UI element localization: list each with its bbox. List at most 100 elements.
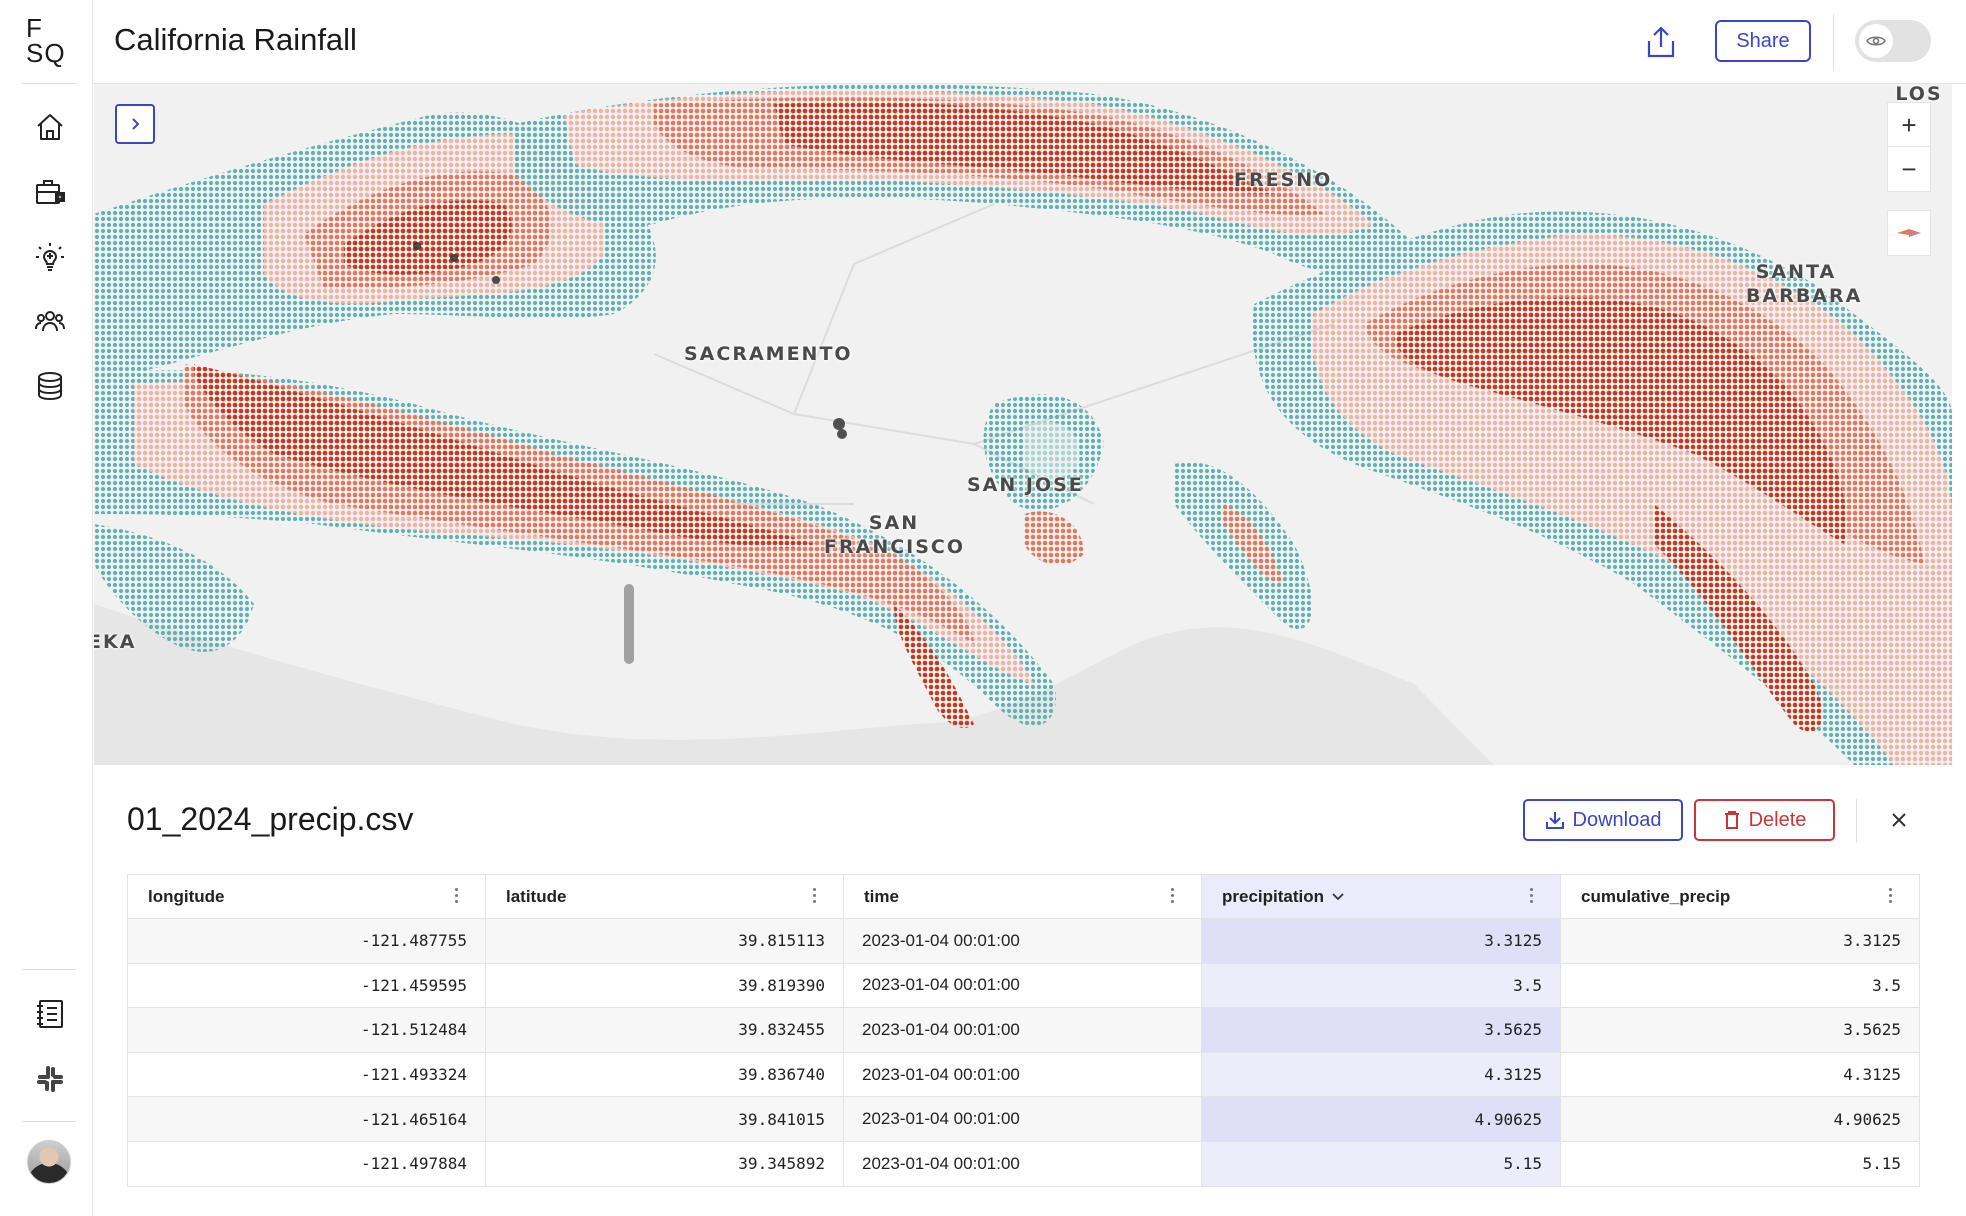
column-header-label: precipitation — [1222, 886, 1325, 906]
panel-divider — [1856, 799, 1857, 843]
download-button[interactable]: Download — [1523, 799, 1683, 841]
map-label-santa: SANTA — [1755, 261, 1837, 283]
map-3d-button[interactable] — [1888, 211, 1930, 255]
cell-longitude[interactable]: -121.487755 — [127, 918, 486, 964]
table-row[interactable]: -121.459595 39.819390 2023-01-04 00:01:0… — [127, 962, 1920, 1009]
cell-cumulative-precip[interactable]: 3.3125 — [1560, 918, 1920, 964]
cell-precipitation[interactable]: 5.15 — [1201, 1140, 1561, 1187]
cell-latitude[interactable]: 39.815113 — [485, 918, 844, 964]
cell-precipitation[interactable]: 4.90625 — [1201, 1096, 1561, 1142]
team-icon — [35, 311, 65, 332]
zoom-in-button[interactable]: + — [1888, 103, 1930, 147]
column-header-label: cumulative_precip — [1581, 886, 1731, 906]
sidebar-item-data[interactable] — [30, 366, 70, 406]
cell-cumulative-precip[interactable]: 3.5 — [1560, 962, 1920, 1009]
column-menu-icon[interactable] — [453, 885, 459, 907]
notebook-icon — [37, 1000, 63, 1028]
map-view[interactable]: LOS A FRESNO SANTA BARBARA SACRAMENTO SA… — [94, 84, 1952, 765]
column-header-time[interactable]: time — [843, 874, 1202, 919]
column-header-cumulative-precip[interactable]: cumulative_precip — [1560, 874, 1920, 919]
column-menu-icon[interactable] — [811, 885, 817, 907]
cell-longitude[interactable]: -121.493324 — [127, 1051, 486, 1098]
sidebar-item-slack[interactable] — [30, 1059, 70, 1099]
cell-precipitation[interactable]: 3.5 — [1201, 962, 1561, 1009]
sidebar-divider — [22, 1121, 76, 1122]
side-panel-toggle[interactable] — [115, 104, 155, 144]
column-header-latitude[interactable]: latitude — [485, 874, 844, 919]
view-mode-toggle[interactable] — [1855, 20, 1931, 62]
column-menu-icon[interactable] — [1887, 885, 1893, 907]
sidebar-item-insights[interactable] — [30, 237, 70, 277]
cell-cumulative-precip[interactable]: 4.3125 — [1560, 1051, 1920, 1098]
trash-icon — [1724, 811, 1739, 829]
column-header-longitude[interactable]: longitude — [127, 874, 486, 919]
cell-precipitation[interactable]: 3.3125 — [1201, 918, 1561, 964]
cell-latitude[interactable]: 39.841015 — [485, 1096, 844, 1142]
top-header: California Rainfall Share — [93, 0, 1966, 84]
cell-time[interactable]: 2023-01-04 00:01:00 — [843, 962, 1202, 1009]
cell-cumulative-precip[interactable]: 4.90625 — [1560, 1096, 1920, 1142]
map-label-eureka: EKA — [94, 631, 137, 653]
toggle-knob — [1859, 24, 1893, 58]
page-title: California Rainfall — [114, 22, 357, 57]
table-row[interactable]: -121.512484 39.832455 2023-01-04 00:01:0… — [127, 1007, 1920, 1053]
sidebar-divider — [22, 83, 76, 84]
user-avatar[interactable] — [27, 1140, 71, 1184]
data-table-panel: 01_2024_precip.csv Download Delete longi… — [94, 765, 1952, 1216]
cell-latitude[interactable]: 39.836740 — [485, 1051, 844, 1098]
app-logo[interactable]: F SQ — [26, 15, 70, 66]
export-button[interactable] — [1641, 20, 1681, 64]
delete-button[interactable]: Delete — [1694, 799, 1835, 841]
map-label-santa-barbara: SANTA BARBARA — [1746, 260, 1860, 308]
eye-icon — [1866, 36, 1886, 46]
map-label-francisco: FRANCISCO — [824, 536, 966, 558]
cell-latitude[interactable]: 39.832455 — [485, 1007, 844, 1053]
map-label-san-francisco: SAN FRANCISCO — [824, 511, 964, 559]
home-icon — [37, 114, 63, 140]
column-menu-icon[interactable] — [1528, 885, 1534, 907]
table-header-row: longitude latitude time precipitation cu… — [127, 874, 1920, 919]
share-button[interactable]: Share — [1715, 20, 1811, 62]
cell-latitude[interactable]: 39.819390 — [485, 962, 844, 1009]
cell-cumulative-precip[interactable]: 3.5625 — [1560, 1007, 1920, 1053]
rainfall-map-layer — [94, 84, 1952, 765]
upload-icon — [1647, 26, 1675, 58]
cell-longitude[interactable]: -121.512484 — [127, 1007, 486, 1053]
cell-longitude[interactable]: -121.459595 — [127, 962, 486, 1009]
close-panel-button[interactable] — [1884, 805, 1914, 835]
header-divider — [1833, 14, 1834, 70]
cell-time[interactable]: 2023-01-04 00:01:00 — [843, 1096, 1202, 1142]
chevron-right-icon — [132, 118, 140, 130]
cell-cumulative-precip[interactable]: 5.15 — [1560, 1140, 1920, 1187]
cell-time[interactable]: 2023-01-04 00:01:00 — [843, 918, 1202, 964]
cell-time[interactable]: 2023-01-04 00:01:00 — [843, 1007, 1202, 1053]
column-header-label: latitude — [506, 886, 567, 906]
cell-time[interactable]: 2023-01-04 00:01:00 — [843, 1051, 1202, 1098]
table-row[interactable]: -121.465164 39.841015 2023-01-04 00:01:0… — [127, 1096, 1920, 1142]
table-row[interactable]: -121.487755 39.815113 2023-01-04 00:01:0… — [127, 918, 1920, 964]
download-label: Download — [1572, 808, 1662, 831]
sidebar: F SQ — [0, 0, 93, 1216]
cell-longitude[interactable]: -121.465164 — [127, 1096, 486, 1142]
download-icon — [1545, 812, 1564, 829]
sidebar-item-workspace[interactable] — [30, 172, 70, 212]
table-row[interactable]: -121.497884 39.345892 2023-01-04 00:01:0… — [127, 1140, 1920, 1187]
map-label-san-jose: SAN JOSE — [967, 474, 1084, 496]
cell-latitude[interactable]: 39.345892 — [485, 1140, 844, 1187]
cell-precipitation[interactable]: 3.5625 — [1201, 1007, 1561, 1053]
lightbulb-icon — [36, 243, 64, 271]
zoom-out-button[interactable]: − — [1888, 147, 1930, 191]
sidebar-divider — [22, 969, 76, 970]
column-menu-icon[interactable] — [1169, 885, 1175, 907]
sidebar-item-docs[interactable] — [30, 994, 70, 1034]
table-row[interactable]: -121.493324 39.836740 2023-01-04 00:01:0… — [127, 1051, 1920, 1098]
close-icon — [1892, 813, 1906, 827]
sidebar-item-team[interactable] — [30, 301, 70, 341]
cell-time[interactable]: 2023-01-04 00:01:00 — [843, 1140, 1202, 1187]
dataset-file-name: 01_2024_precip.csv — [127, 801, 414, 837]
column-header-precipitation[interactable]: precipitation — [1201, 874, 1561, 919]
sidebar-item-home[interactable] — [30, 107, 70, 147]
cell-precipitation[interactable]: 4.3125 — [1201, 1051, 1561, 1098]
compass-icon — [1897, 229, 1921, 237]
cell-longitude[interactable]: -121.497884 — [127, 1140, 486, 1187]
